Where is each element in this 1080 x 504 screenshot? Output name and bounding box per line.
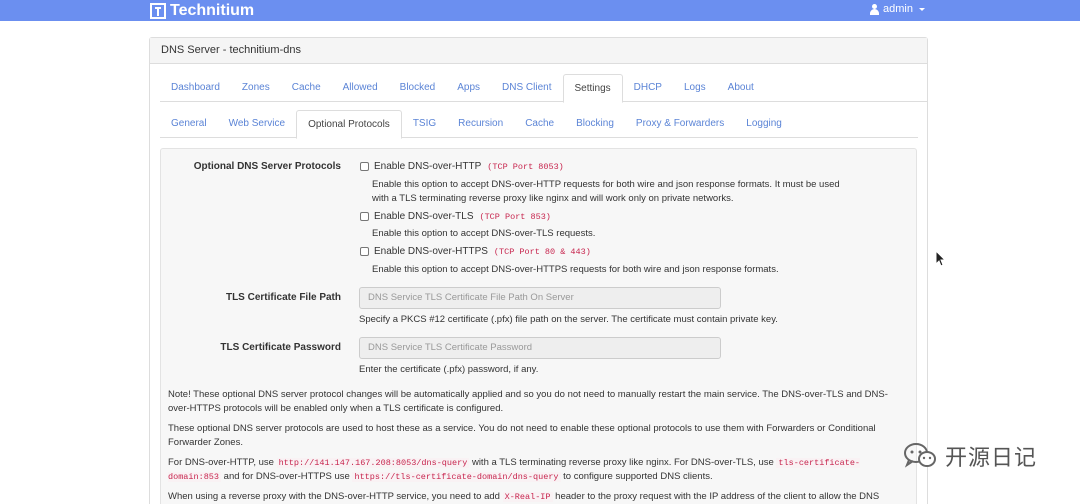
x-real-ip-code: X-Real-IP <box>502 492 553 502</box>
subtab-blocking[interactable]: Blocking <box>565 110 625 138</box>
tab-apps[interactable]: Apps <box>446 74 491 102</box>
note3-text-a: For DNS-over-HTTP, use <box>168 457 274 468</box>
subtab-tsig[interactable]: TSIG <box>402 110 447 138</box>
dns-over-tls-checkbox[interactable] <box>360 212 369 221</box>
tab-logs[interactable]: Logs <box>673 74 717 102</box>
cert-path-label: TLS Certificate File Path <box>225 292 341 303</box>
tab-dhcp[interactable]: DHCP <box>623 74 673 102</box>
tab-zones[interactable]: Zones <box>231 74 281 102</box>
main-tabs: Dashboard Zones Cache Allowed Blocked Ap… <box>160 74 928 103</box>
panel-title: DNS Server - technitium-dns <box>150 38 927 64</box>
settings-sub-tabs: General Web Service Optional Protocols T… <box>160 110 918 139</box>
protocols-label: Optional DNS Server Protocols <box>193 161 341 172</box>
tab-settings[interactable]: Settings <box>562 74 623 103</box>
mouse-cursor-icon <box>935 250 947 267</box>
watermark: 开源日记 <box>903 440 1037 472</box>
note4-text-b: header to the proxy request with the IP … <box>555 491 880 502</box>
note3-text-d: to configure supported DNS clients. <box>563 471 713 482</box>
dns-over-tls-port: (TCP Port 853) <box>479 211 551 222</box>
dns-over-http-help: Enable this option to accept DNS-over-HT… <box>372 179 840 204</box>
wechat-icon <box>904 443 936 468</box>
caret-down-icon <box>918 7 925 11</box>
note-reverse-proxy: When using a reverse proxy with the DNS-… <box>168 490 898 504</box>
dns-over-tls-label[interactable]: Enable DNS-over-TLS <box>374 211 473 222</box>
doh-url-code: http://141.147.167.208:8053/dns-query <box>276 458 470 468</box>
subtab-logging[interactable]: Logging <box>735 110 793 138</box>
subtab-recursion[interactable]: Recursion <box>447 110 514 138</box>
tab-allowed[interactable]: Allowed <box>332 74 389 102</box>
dns-over-https-label[interactable]: Enable DNS-over-HTTPS <box>374 246 488 257</box>
user-menu[interactable]: admin <box>870 3 925 15</box>
cert-path-help: Specify a PKCS #12 certificate (.pfx) fi… <box>359 314 778 325</box>
dns-over-https-port: (TCP Port 80 & 443) <box>493 246 591 257</box>
dns-over-http-label[interactable]: Enable DNS-over-HTTP <box>374 161 481 172</box>
brand[interactable]: Technitium <box>150 1 254 21</box>
dns-server-panel: DNS Server - technitium-dns Dashboard Zo… <box>149 37 928 504</box>
cert-password-help: Enter the certificate (.pfx) password, i… <box>359 364 539 375</box>
tab-blocked[interactable]: Blocked <box>389 74 447 102</box>
optional-protocols-form: Optional DNS Server Protocols Enable DNS… <box>160 148 917 504</box>
note4-text-a: When using a reverse proxy with the DNS-… <box>168 491 500 502</box>
cert-password-input[interactable]: DNS Service TLS Certificate Password <box>359 337 721 359</box>
subtab-web-service[interactable]: Web Service <box>218 110 297 138</box>
note-client-config: For DNS-over-HTTP, use http://141.147.16… <box>168 456 898 484</box>
watermark-text: 开源日记 <box>945 446 1038 471</box>
note3-text-b: with a TLS terminating reverse proxy lik… <box>471 457 774 468</box>
subtab-general[interactable]: General <box>160 110 218 138</box>
note3-text-c: and for DNS-over-HTTPS use <box>223 471 350 482</box>
cert-path-input[interactable]: DNS Service TLS Certificate File Path On… <box>359 287 721 309</box>
technitium-logo-icon <box>150 3 166 19</box>
user-icon <box>870 3 879 15</box>
dns-over-tls-help: Enable this option to accept DNS-over-TL… <box>372 228 596 239</box>
dns-over-http-port: (TCP Port 8053) <box>487 161 564 172</box>
dns-over-http-option[interactable]: Enable DNS-over-HTTP (TCP Port 8053) <box>360 161 564 172</box>
subtab-optional-protocols[interactable]: Optional Protocols <box>296 110 402 139</box>
dns-over-https-help: Enable this option to accept DNS-over-HT… <box>372 264 779 275</box>
tab-dns-client[interactable]: DNS Client <box>491 74 562 102</box>
subtab-cache[interactable]: Cache <box>514 110 565 138</box>
brand-name: Technitium <box>170 2 255 19</box>
dns-over-tls-option[interactable]: Enable DNS-over-TLS (TCP Port 853) <box>360 211 551 222</box>
dns-over-http-checkbox[interactable] <box>360 162 369 171</box>
subtab-proxy-forwarders[interactable]: Proxy & Forwarders <box>625 110 735 138</box>
tab-about[interactable]: About <box>717 74 765 102</box>
cert-password-label: TLS Certificate Password <box>220 342 341 353</box>
dohs-url-code: https://tls-certificate-domain/dns-query <box>352 472 561 482</box>
dns-over-https-checkbox[interactable] <box>360 247 369 256</box>
note-service: These optional DNS server protocols are … <box>168 423 876 448</box>
note-restart: Note! These optional DNS server protocol… <box>168 389 888 414</box>
tab-cache[interactable]: Cache <box>281 74 332 102</box>
user-name: admin <box>883 3 913 15</box>
top-navbar: Technitium admin <box>0 0 1080 21</box>
dns-over-https-option[interactable]: Enable DNS-over-HTTPS (TCP Port 80 & 443… <box>360 246 591 257</box>
tab-dashboard[interactable]: Dashboard <box>160 74 231 102</box>
